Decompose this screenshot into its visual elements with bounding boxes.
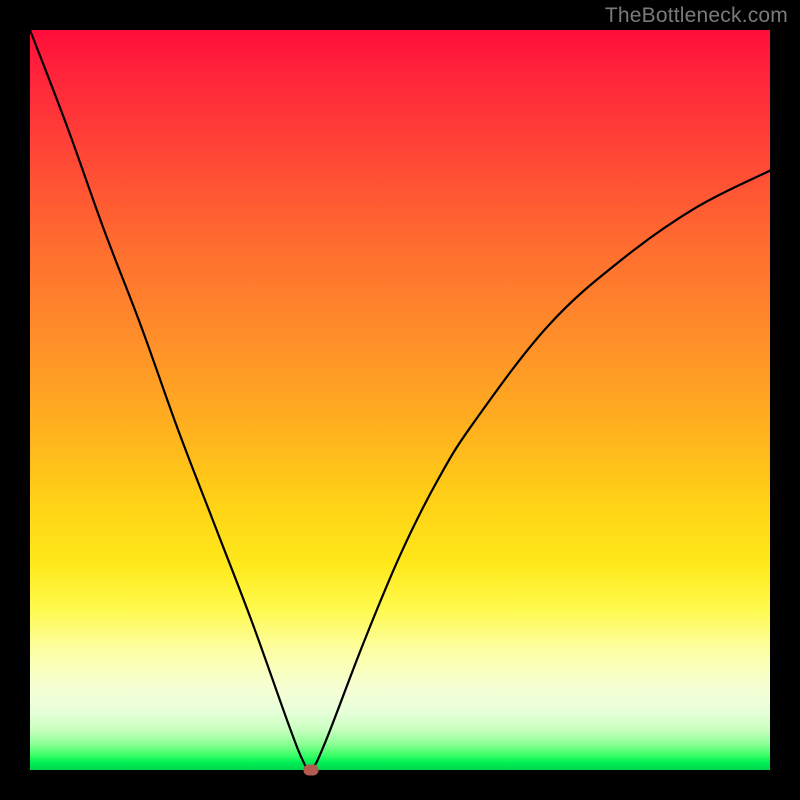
plot-area	[30, 30, 770, 770]
minimum-marker	[304, 765, 319, 776]
chart-frame: TheBottleneck.com	[0, 0, 800, 800]
bottleneck-curve-path	[30, 30, 770, 770]
watermark-text: TheBottleneck.com	[605, 4, 788, 28]
curve-svg	[30, 30, 770, 770]
